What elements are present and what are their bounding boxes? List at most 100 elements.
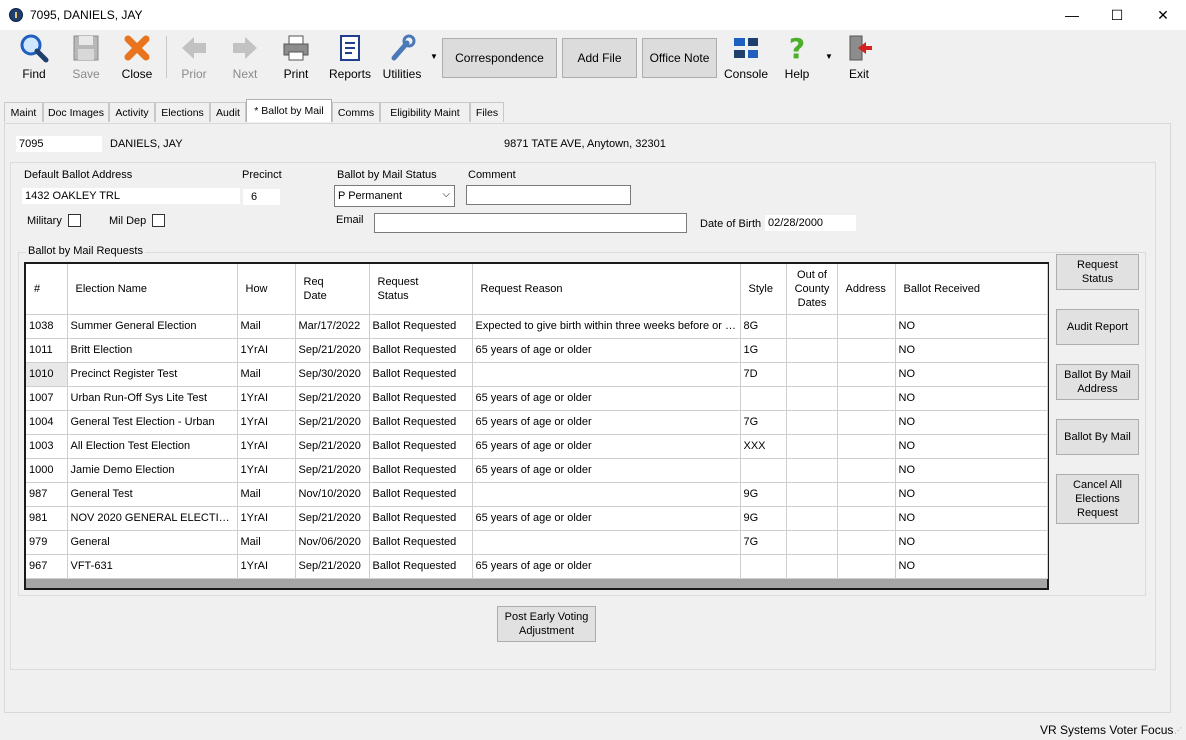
cell-request-reason[interactable] [472,530,741,555]
table-row[interactable]: 987 General Test Mail Nov/10/2020 Ballot Req… [26,482,1048,507]
cell-how[interactable]: 1YrAI [237,338,296,363]
cell-request-reason[interactable]: 65 years of age or older [472,386,741,411]
cell-ballot-received[interactable]: NO [895,530,1048,555]
cell-style[interactable]: 9G [740,482,787,507]
console-button[interactable]: Console [721,30,771,84]
cell-how[interactable]: 1YrAI [237,554,296,579]
column-header-style[interactable]: Style [740,264,787,315]
cell-number[interactable]: 1000 [26,458,68,483]
cell-request-reason[interactable]: 65 years of age or older [472,506,741,531]
cell-request-reason[interactable]: 65 years of age or older [472,434,741,459]
ballot-by-mail-button[interactable]: Ballot By Mail [1056,419,1139,455]
cell-address[interactable] [837,338,896,363]
cell-request-status[interactable]: Ballot Requested [369,338,473,363]
cell-how[interactable]: 1YrAI [237,458,296,483]
cell-number[interactable]: 987 [26,482,68,507]
cell-out-of-county-dates[interactable] [786,482,838,507]
cell-ballot-received[interactable]: NO [895,554,1048,579]
next-button[interactable]: Next [220,30,270,84]
status-select[interactable]: P Permanent ⌵ [334,185,455,207]
cell-how[interactable]: Mail [237,362,296,387]
prior-button[interactable]: Prior [169,30,219,84]
cell-election-name[interactable]: All Election Test Election [67,434,238,459]
cell-address[interactable] [837,362,896,387]
cell-address[interactable] [837,530,896,555]
cell-out-of-county-dates[interactable] [786,458,838,483]
cell-address[interactable] [837,386,896,411]
cell-out-of-county-dates[interactable] [786,410,838,435]
cell-ballot-received[interactable]: NO [895,362,1048,387]
cell-request-reason[interactable]: 65 years of age or older [472,554,741,579]
military-checkbox[interactable] [68,214,81,227]
resize-grip-icon[interactable]: ⋰ [1174,726,1184,738]
cell-request-status[interactable]: Ballot Requested [369,482,473,507]
cell-election-name[interactable]: Urban Run-Off Sys Lite Test [67,386,238,411]
default-address-field[interactable]: 1432 OAKLEY TRL [22,188,240,204]
office-note-button[interactable]: Office Note [642,38,717,78]
cell-style[interactable]: 7D [740,362,787,387]
cell-ballot-received[interactable]: NO [895,410,1048,435]
tab-files[interactable]: Files [470,102,504,122]
cell-ballot-received[interactable]: NO [895,458,1048,483]
cancel-all-elections-request-button[interactable]: Cancel All Elections Request [1056,474,1139,524]
print-button[interactable]: Print [271,30,321,84]
cell-style[interactable]: 7G [740,410,787,435]
table-row[interactable]: 1004 General Test Election - Urban 1YrAI Se… [26,410,1048,435]
cell-request-status[interactable]: Ballot Requested [369,410,473,435]
column-header-how[interactable]: How [237,264,296,315]
cell-style[interactable]: 1G [740,338,787,363]
tab-maint[interactable]: Maint [4,102,43,122]
table-row[interactable]: 979 General Mail Nov/06/2020 Ballot Requeste… [26,530,1048,555]
table-row[interactable]: 981 NOV 2020 GENERAL ELECTION 1YrAI Sep/21/… [26,506,1048,531]
cell-number[interactable]: 1038 [26,314,68,339]
cell-request-reason[interactable]: Expected to give birth within three week… [472,314,741,339]
cell-req-date[interactable]: Nov/10/2020 [295,482,370,507]
cell-out-of-county-dates[interactable] [786,362,838,387]
cell-how[interactable]: 1YrAI [237,410,296,435]
cell-how[interactable]: 1YrAI [237,434,296,459]
cell-out-of-county-dates[interactable] [786,314,838,339]
cell-address[interactable] [837,554,896,579]
cell-number[interactable]: 967 [26,554,68,579]
cell-ballot-received[interactable]: NO [895,314,1048,339]
cell-address[interactable] [837,314,896,339]
cell-out-of-county-dates[interactable] [786,386,838,411]
cell-request-reason[interactable]: 65 years of age or older [472,338,741,363]
column-header-out-of-county-dates[interactable]: Out of County Dates [786,264,838,315]
cell-request-reason[interactable]: 65 years of age or older [472,410,741,435]
cell-req-date[interactable]: Sep/21/2020 [295,434,370,459]
column-header-request-status[interactable]: Request Status [369,264,473,315]
cell-request-status[interactable]: Ballot Requested [369,434,473,459]
cell-out-of-county-dates[interactable] [786,530,838,555]
column-header-address[interactable]: Address [837,264,896,315]
cell-ballot-received[interactable]: NO [895,338,1048,363]
cell-request-status[interactable]: Ballot Requested [369,530,473,555]
cell-election-name[interactable]: NOV 2020 GENERAL ELECTION [67,506,238,531]
cell-number[interactable]: 979 [26,530,68,555]
cell-how[interactable]: Mail [237,530,296,555]
tab-audit[interactable]: Audit [210,102,246,122]
email-input[interactable] [374,213,687,233]
cell-req-date[interactable]: Mar/17/2022 [295,314,370,339]
cell-ballot-received[interactable]: NO [895,506,1048,531]
cell-election-name[interactable]: General Test Election - Urban [67,410,238,435]
tab-activity[interactable]: Activity [109,102,155,122]
tab-ballot-by-mail[interactable]: * Ballot by Mail [246,99,332,122]
cell-style[interactable]: 7G [740,530,787,555]
save-button[interactable]: Save [61,30,111,84]
cell-election-name[interactable]: Precinct Register Test [67,362,238,387]
cell-request-status[interactable]: Ballot Requested [369,506,473,531]
column-header-election-name[interactable]: Election Name [67,264,238,315]
close-button[interactable]: Close [112,30,162,84]
utilities-dropdown-icon[interactable]: ▼ [430,52,438,61]
comment-input[interactable] [466,185,631,205]
tab-doc-images[interactable]: Doc Images [43,102,109,122]
cell-election-name[interactable]: Britt Election [67,338,238,363]
correspondence-button[interactable]: Correspondence [442,38,557,78]
cell-request-status[interactable]: Ballot Requested [369,554,473,579]
exit-button[interactable]: Exit [834,30,884,84]
cell-style[interactable]: 9G [740,506,787,531]
ballot-by-mail-address-button[interactable]: Ballot By Mail Address [1056,364,1139,400]
audit-report-button[interactable]: Audit Report [1056,309,1139,345]
cell-number[interactable]: 1004 [26,410,68,435]
